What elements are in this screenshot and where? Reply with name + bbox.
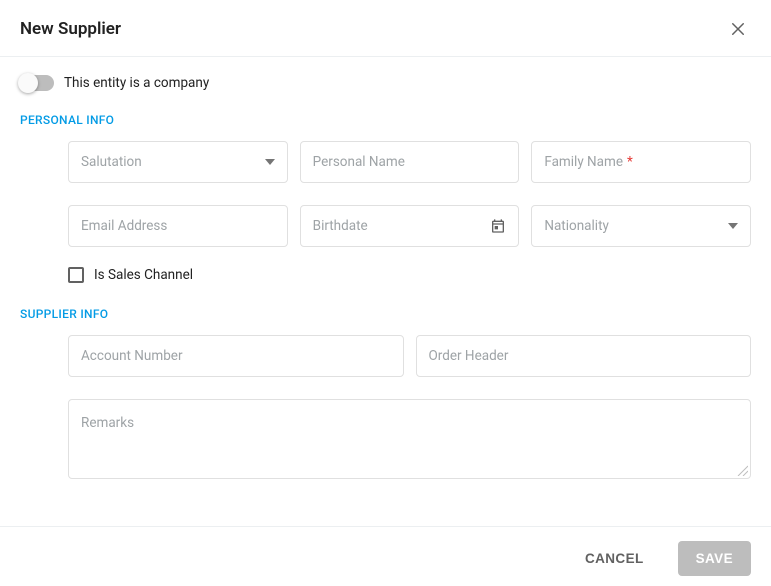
required-marker: * <box>627 154 633 170</box>
chevron-down-icon <box>728 223 738 229</box>
order-header-placeholder: Order Header <box>429 348 509 364</box>
dialog-body: This entity is a company PERSONAL INFO S… <box>0 57 771 526</box>
salutation-select[interactable]: Salutation <box>68 141 288 183</box>
section-label-personal: PERSONAL INFO <box>20 113 751 127</box>
birthdate-field[interactable]: Birthdate <box>300 205 520 247</box>
sales-channel-checkbox[interactable] <box>68 267 84 283</box>
company-toggle-row: This entity is a company <box>20 75 751 91</box>
sales-channel-label: Is Sales Channel <box>94 267 193 283</box>
supplier-info-section: SUPPLIER INFO Account Number Order Heade… <box>20 307 751 479</box>
company-toggle-label: This entity is a company <box>64 75 209 91</box>
supplier-info-grid-1: Account Number Order Header <box>20 335 751 377</box>
personal-name-field[interactable]: Personal Name <box>300 141 520 183</box>
order-header-field[interactable]: Order Header <box>416 335 752 377</box>
nationality-placeholder: Nationality <box>544 218 609 234</box>
new-supplier-dialog: New Supplier This entity is a company PE… <box>0 0 771 586</box>
close-button[interactable] <box>725 16 751 42</box>
supplier-info-grid-2: Remarks <box>20 399 751 479</box>
cancel-button[interactable]: CANCEL <box>567 541 662 576</box>
personal-info-section: PERSONAL INFO Salutation Personal Name F… <box>20 113 751 283</box>
family-name-placeholder: Family Name <box>544 154 623 170</box>
calendar-icon <box>490 218 506 234</box>
family-name-field[interactable]: Family Name * <box>531 141 751 183</box>
dialog-title: New Supplier <box>20 19 121 39</box>
personal-info-grid: Salutation Personal Name Family Name * E… <box>20 141 751 247</box>
company-toggle[interactable] <box>20 75 54 91</box>
dialog-header: New Supplier <box>0 0 771 57</box>
email-field[interactable]: Email Address <box>68 205 288 247</box>
remarks-textarea[interactable]: Remarks <box>68 399 751 479</box>
resize-handle-icon[interactable] <box>736 464 748 476</box>
email-placeholder: Email Address <box>81 218 167 234</box>
birthdate-placeholder: Birthdate <box>313 218 368 234</box>
chevron-down-icon <box>265 159 275 165</box>
remarks-placeholder: Remarks <box>81 415 134 431</box>
dialog-footer: CANCEL SAVE <box>0 526 771 586</box>
nationality-select[interactable]: Nationality <box>531 205 751 247</box>
account-number-placeholder: Account Number <box>81 348 183 364</box>
sales-channel-row: Is Sales Channel <box>20 267 751 283</box>
save-button[interactable]: SAVE <box>678 541 751 576</box>
section-label-supplier: SUPPLIER INFO <box>20 307 751 321</box>
personal-name-placeholder: Personal Name <box>313 154 405 170</box>
account-number-field[interactable]: Account Number <box>68 335 404 377</box>
toggle-knob <box>18 73 38 93</box>
salutation-placeholder: Salutation <box>81 154 142 170</box>
close-icon <box>729 20 747 38</box>
